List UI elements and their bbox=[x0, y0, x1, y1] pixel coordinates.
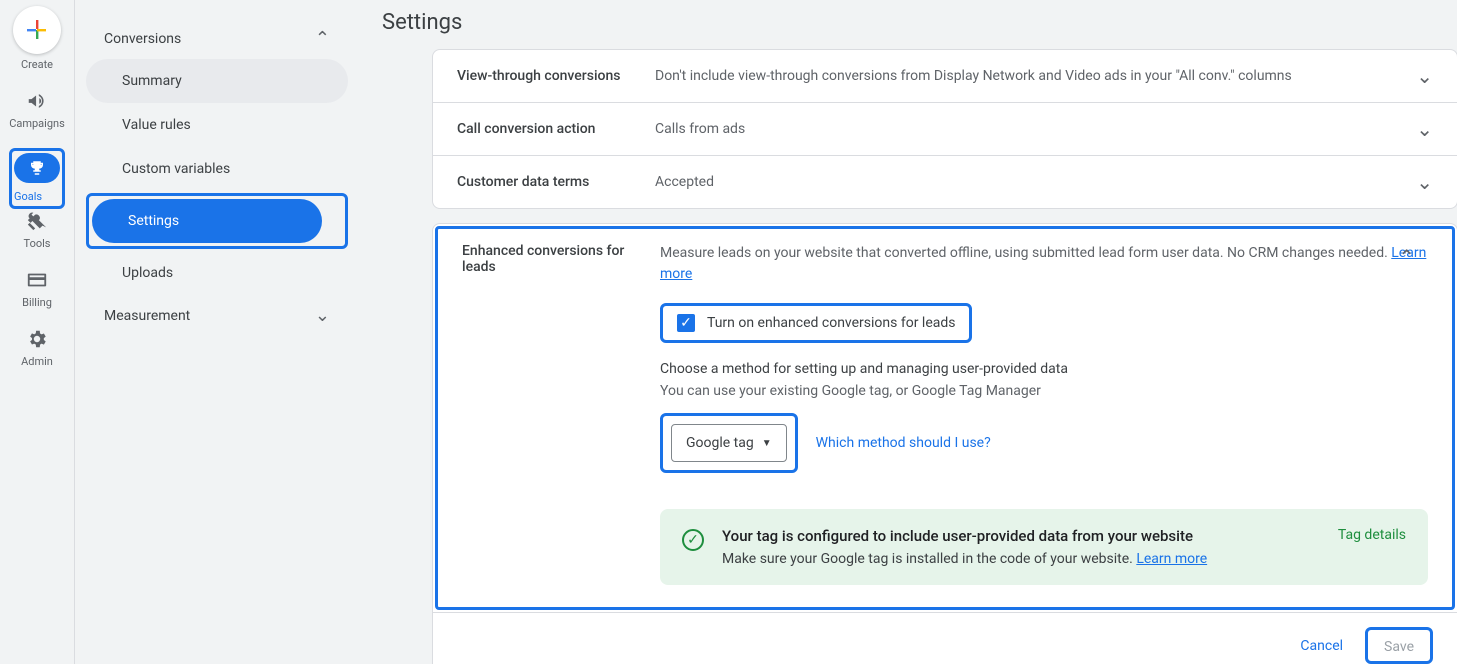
ecl-method-dropdown[interactable]: Google tag ▼ bbox=[671, 424, 787, 462]
enhanced-conversions-highlight: ⌃ Enhanced conversions for leads Measure… bbox=[435, 226, 1455, 610]
chevron-up-icon[interactable]: ⌃ bbox=[1398, 245, 1415, 269]
ecl-title: Enhanced conversions for leads bbox=[462, 243, 660, 585]
card-footer: Cancel Save bbox=[433, 612, 1457, 664]
nav-section-measurement[interactable]: Measurement ⌄ bbox=[86, 295, 348, 336]
save-button-highlight: Save bbox=[1365, 627, 1433, 664]
ecl-dropdown-highlight: Google tag ▼ bbox=[660, 413, 798, 473]
enhanced-conversions-card: ⌃ Enhanced conversions for leads Measure… bbox=[432, 223, 1457, 664]
tools-icon bbox=[25, 209, 49, 233]
ecl-success-sub-text: Make sure your Google tag is installed i… bbox=[722, 551, 1136, 567]
rail-tools[interactable]: Tools bbox=[24, 209, 51, 250]
chevron-down-icon: ⌄ bbox=[1416, 170, 1433, 194]
trophy-icon bbox=[14, 153, 60, 183]
rail-create-label: Create bbox=[21, 58, 53, 71]
rail-campaigns[interactable]: Campaigns bbox=[9, 89, 65, 130]
nav-item-uploads[interactable]: Uploads bbox=[86, 251, 348, 295]
sub-nav: Conversions ⌃ Summary Value rules Custom… bbox=[76, 0, 358, 664]
save-button[interactable]: Save bbox=[1384, 639, 1414, 655]
rail-admin-label: Admin bbox=[21, 355, 53, 368]
ecl-existing-tag-text: You can use your existing Google tag, or… bbox=[660, 383, 1428, 399]
chevron-down-icon: ⌄ bbox=[1416, 64, 1433, 88]
nav-measurement-label: Measurement bbox=[104, 308, 190, 324]
chevron-down-icon: ⌄ bbox=[1416, 117, 1433, 141]
check-circle-icon: ✓ bbox=[682, 529, 704, 551]
rail-admin[interactable]: Admin bbox=[21, 327, 53, 368]
nav-section-conversions[interactable]: Conversions ⌃ bbox=[86, 18, 348, 59]
nav-item-summary[interactable]: Summary bbox=[86, 59, 348, 103]
row-call-label: Call conversion action bbox=[457, 121, 655, 137]
left-rail: Create Campaigns Goals Tools Billing Adm… bbox=[0, 0, 75, 664]
row-customer-data-terms[interactable]: Customer data terms Accepted ⌄ bbox=[433, 155, 1457, 208]
nav-item-settings-highlight: Settings bbox=[86, 193, 348, 249]
rail-billing-label: Billing bbox=[22, 296, 52, 309]
rail-goals[interactable]: Goals bbox=[9, 148, 65, 209]
ecl-success-box: ✓ Your tag is configured to include user… bbox=[660, 509, 1428, 585]
ecl-desc-text: Measure leads on your website that conve… bbox=[660, 245, 1391, 261]
row-view-through[interactable]: View-through conversions Don't include v… bbox=[433, 50, 1457, 102]
ecl-checkbox-label: Turn on enhanced conversions for leads bbox=[707, 315, 955, 331]
nav-item-custom-variables[interactable]: Custom variables bbox=[86, 147, 348, 191]
row-call-conversion[interactable]: Call conversion action Calls from ads ⌄ bbox=[433, 102, 1457, 155]
ecl-checkbox[interactable]: ✓ bbox=[677, 314, 695, 332]
ecl-choose-method-text: Choose a method for setting up and manag… bbox=[660, 361, 1428, 377]
row-cdt-value: Accepted bbox=[655, 174, 1416, 190]
ecl-success-title: Your tag is configured to include user-p… bbox=[722, 527, 1318, 545]
nav-conversions-label: Conversions bbox=[104, 31, 181, 47]
plus-icon bbox=[13, 6, 61, 54]
ecl-success-sub: Make sure your Google tag is installed i… bbox=[722, 551, 1318, 567]
ecl-which-method-link[interactable]: Which method should I use? bbox=[816, 435, 991, 451]
nav-item-settings[interactable]: Settings bbox=[92, 199, 322, 243]
ecl-checkbox-highlight: ✓ Turn on enhanced conversions for leads bbox=[660, 303, 972, 343]
row-vtc-value: Don't include view-through conversions f… bbox=[655, 68, 1416, 84]
cancel-button[interactable]: Cancel bbox=[1300, 638, 1343, 654]
rail-create[interactable]: Create bbox=[13, 6, 61, 71]
rail-tools-label: Tools bbox=[24, 237, 51, 250]
megaphone-icon bbox=[25, 89, 49, 113]
chevron-up-icon: ⌃ bbox=[315, 28, 330, 49]
ecl-dropdown-value: Google tag bbox=[686, 435, 754, 451]
row-vtc-label: View-through conversions bbox=[457, 68, 655, 84]
ecl-success-learn-link[interactable]: Learn more bbox=[1136, 551, 1207, 567]
main-content: Settings View-through conversions Don't … bbox=[358, 0, 1457, 664]
caret-down-icon: ▼ bbox=[762, 438, 772, 449]
rail-goals-label: Goals bbox=[14, 190, 42, 203]
chevron-down-icon: ⌄ bbox=[315, 305, 330, 326]
row-call-value: Calls from ads bbox=[655, 121, 1416, 137]
nav-item-value-rules[interactable]: Value rules bbox=[86, 103, 348, 147]
ecl-tag-details-link[interactable]: Tag details bbox=[1338, 527, 1406, 543]
ecl-description: Measure leads on your website that conve… bbox=[660, 243, 1428, 285]
settings-card-collapsed: View-through conversions Don't include v… bbox=[432, 49, 1457, 209]
rail-campaigns-label: Campaigns bbox=[9, 117, 65, 130]
page-title: Settings bbox=[382, 10, 1457, 35]
card-icon bbox=[25, 268, 49, 292]
ecl-body: Measure leads on your website that conve… bbox=[660, 243, 1428, 585]
gear-icon bbox=[25, 327, 49, 351]
rail-billing[interactable]: Billing bbox=[22, 268, 52, 309]
row-cdt-label: Customer data terms bbox=[457, 174, 655, 190]
